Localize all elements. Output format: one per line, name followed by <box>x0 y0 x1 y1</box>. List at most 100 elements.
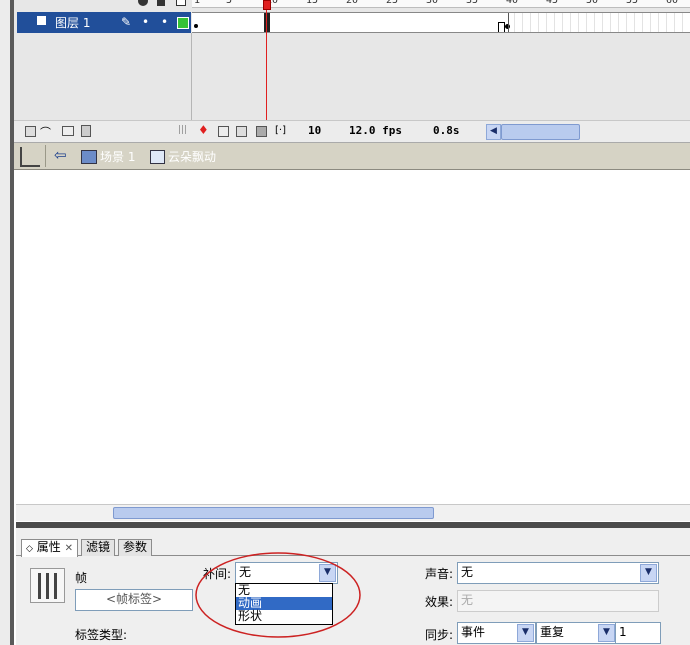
frame-cell-divider <box>370 13 371 32</box>
frame-cell-divider <box>666 13 667 32</box>
tab-filters-label: 滤镜 <box>86 540 111 554</box>
insert-layer-icon[interactable] <box>25 126 36 137</box>
frame-cell-divider <box>466 13 467 32</box>
frame-cell-divider <box>410 13 411 32</box>
sound-select[interactable]: 无 ▼ <box>457 562 659 584</box>
timeline-toggle-icon[interactable] <box>20 147 40 167</box>
frame-cell-divider <box>458 13 459 32</box>
layer-row[interactable]: 图层 1 ✎ • • <box>17 12 191 33</box>
layer-name: 图层 1 <box>55 16 91 30</box>
layer-color-swatch[interactable] <box>177 17 189 29</box>
frame-cell-divider <box>674 13 675 32</box>
frame-cell-divider <box>322 13 323 32</box>
center-frame-icon[interactable]: ♦ <box>198 123 209 137</box>
frame-cell-divider <box>218 13 219 32</box>
frame-cell-divider <box>522 13 523 32</box>
tab-parameters[interactable]: 参数 <box>118 539 153 556</box>
outline-icon[interactable] <box>176 0 186 6</box>
tab-properties-label: 属性 <box>36 540 61 554</box>
frame-cell-divider <box>346 13 347 32</box>
onion-markers-icon[interactable]: [·] <box>275 125 286 136</box>
folder-icon[interactable] <box>62 126 74 136</box>
chevron-down-icon[interactable]: ▼ <box>598 624 615 642</box>
movieclip-symbol-icon[interactable] <box>150 150 165 164</box>
trash-icon[interactable] <box>81 125 91 137</box>
effect-select: 无 <box>457 590 659 612</box>
frame-cell-divider <box>474 13 475 32</box>
breadcrumb-symbol[interactable]: 云朵飘动 <box>168 148 216 165</box>
keyframe-start-icon[interactable] <box>194 24 198 28</box>
frame-icon-bar <box>54 573 57 599</box>
frame-cell-divider <box>634 13 635 32</box>
frame-cell-divider <box>602 13 603 32</box>
onion-skin-icon[interactable] <box>218 126 229 137</box>
frame-cell-divider <box>402 13 403 32</box>
frame-cell-divider <box>514 13 515 32</box>
frame-cell-divider <box>530 13 531 32</box>
lock-dot-icon[interactable]: • <box>161 15 168 29</box>
timeline-scroll-thumb[interactable] <box>501 124 580 140</box>
frame-cell-divider <box>210 13 211 32</box>
timeline-status-bar: ⌒ ||| ♦ [·] 10 12.0 fps 0.8s ◀ <box>14 120 690 142</box>
frame-cell-divider <box>298 13 299 32</box>
frame-label-input[interactable]: <帧标签> <box>75 589 193 611</box>
frame-cell-divider <box>386 13 387 32</box>
frame-heading: 帧 <box>75 571 88 585</box>
frame-cell-divider <box>258 13 259 32</box>
ruler-number: 45 <box>546 0 559 6</box>
frame-cell-divider <box>482 13 483 32</box>
frame-cell-divider <box>490 13 491 32</box>
ruler-number: 5 <box>226 0 233 6</box>
frame-cell-divider <box>202 13 203 32</box>
selected-frame[interactable] <box>264 13 270 32</box>
sync-select-value: 事件 <box>461 625 486 639</box>
frame-cell-divider <box>546 13 547 32</box>
tab-parameters-label: 参数 <box>123 540 148 554</box>
end-frame-icon[interactable] <box>498 22 505 32</box>
tab-filters[interactable]: 滤镜 <box>81 539 116 556</box>
frame-cell-divider <box>250 13 251 32</box>
frame-cell-divider <box>426 13 427 32</box>
back-arrow-icon[interactable]: ⇦ <box>54 146 67 164</box>
motion-guide-icon[interactable]: ⌒ <box>40 124 51 140</box>
ruler-number: 55 <box>626 0 639 6</box>
chevron-down-icon[interactable]: ▼ <box>640 564 657 582</box>
stage-canvas[interactable] <box>16 171 690 504</box>
frame-cell-divider <box>650 13 651 32</box>
chevron-down-icon[interactable]: ▼ <box>517 624 534 642</box>
repeat-count-input[interactable]: 1 <box>615 622 661 644</box>
ruler-number: 20 <box>346 0 359 6</box>
playhead-line <box>266 0 267 120</box>
resize-grip-icon[interactable]: ||| <box>178 125 187 135</box>
frame-cell-divider <box>234 13 235 32</box>
elapsed-time: 0.8s <box>433 124 460 137</box>
frame-cell-divider <box>570 13 571 32</box>
edit-multiple-icon[interactable] <box>256 126 267 137</box>
frame-cell-divider <box>330 13 331 32</box>
frame-cell-divider <box>418 13 419 32</box>
sync-select[interactable]: 事件 ▼ <box>457 622 536 644</box>
layer-page-icon <box>37 16 46 25</box>
scroll-left-icon[interactable]: ◀ <box>486 124 501 140</box>
ruler-number: 15 <box>306 0 319 6</box>
ruler-number: 50 <box>586 0 599 6</box>
frame-cell-divider <box>538 13 539 32</box>
repeat-select[interactable]: 重复 ▼ <box>536 622 617 644</box>
stage-scroll-thumb[interactable] <box>113 507 434 519</box>
frame-cell-divider <box>562 13 563 32</box>
scene-clapper-icon[interactable] <box>81 150 97 164</box>
frame-cell-divider <box>282 13 283 32</box>
playhead-handle[interactable] <box>263 0 271 10</box>
frame-cell-divider <box>578 13 579 32</box>
breadcrumb-scene[interactable]: 场景 1 <box>100 148 135 165</box>
onion-outline-icon[interactable] <box>236 126 247 137</box>
lock-icon[interactable] <box>157 0 165 6</box>
frame-cell-divider <box>434 13 435 32</box>
close-tab-icon[interactable]: ✕ <box>65 543 73 554</box>
frame-cell-divider <box>290 13 291 32</box>
visibility-dot-icon[interactable]: • <box>142 15 149 29</box>
tab-properties[interactable]: ◇ 属性 ✕ <box>21 539 78 557</box>
pencil-icon[interactable]: ✎ <box>121 15 131 29</box>
frame-cell-divider <box>506 13 507 32</box>
frame-cell-divider <box>626 13 627 32</box>
